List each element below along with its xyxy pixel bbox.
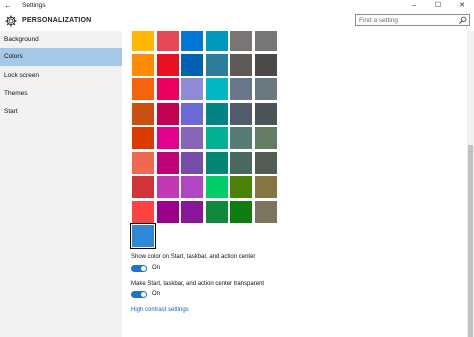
accent-color-swatch[interactable] — [205, 53, 228, 76]
accent-color-swatch[interactable] — [156, 200, 179, 223]
accent-color-swatch[interactable] — [230, 200, 252, 223]
accent-color-swatch[interactable] — [254, 200, 277, 223]
minimize-button[interactable]: – — [402, 0, 426, 11]
accent-color-swatch[interactable] — [181, 31, 203, 51]
maximize-button[interactable]: ☐ — [426, 0, 450, 11]
page-title: PERSONALIZATION — [22, 17, 92, 24]
accent-color-swatch[interactable] — [156, 31, 179, 51]
accent-color-swatch[interactable] — [156, 53, 179, 76]
accent-color-swatch[interactable] — [230, 31, 252, 51]
accent-color-swatch[interactable] — [230, 176, 252, 198]
toggle-knob — [141, 292, 146, 297]
accent-color-swatch[interactable] — [230, 78, 252, 100]
accent-color-swatch[interactable] — [132, 53, 154, 76]
sidebar: Background Colors Lock screen Themes Sta… — [0, 31, 122, 337]
accent-color-swatch[interactable] — [132, 176, 154, 198]
accent-color-swatch[interactable] — [205, 31, 228, 51]
sidebar-item-themes[interactable]: Themes — [0, 85, 122, 103]
accent-color-swatch[interactable] — [181, 176, 203, 198]
search-box[interactable] — [355, 14, 470, 26]
back-arrow-icon[interactable]: ← — [4, 0, 12, 11]
accent-color-swatch[interactable] — [132, 127, 154, 149]
title-bar: ← Settings – ☐ ✕ — [0, 0, 474, 11]
show-color-label: Show color on Start, taskbar, and action… — [131, 254, 256, 260]
gear-icon — [5, 15, 17, 27]
accent-color-swatch[interactable] — [156, 127, 179, 149]
search-icon[interactable] — [459, 16, 467, 24]
accent-color-swatch[interactable] — [132, 200, 154, 223]
accent-color-swatch[interactable] — [181, 127, 203, 149]
accent-color-swatch[interactable] — [205, 127, 228, 149]
show-color-toggle[interactable] — [131, 265, 147, 272]
accent-color-swatch[interactable] — [230, 151, 252, 174]
window-controls: – ☐ ✕ — [402, 0, 474, 11]
accent-color-swatch[interactable] — [230, 102, 252, 125]
accent-color-swatch[interactable] — [181, 151, 203, 174]
accent-color-swatch[interactable] — [132, 31, 154, 51]
sidebar-item-background[interactable]: Background — [0, 31, 122, 49]
accent-color-swatch[interactable] — [156, 102, 179, 125]
accent-color-swatch[interactable] — [254, 102, 277, 125]
scrollbar-thumb[interactable] — [468, 145, 473, 337]
accent-color-swatch[interactable] — [205, 102, 228, 125]
accent-color-swatch[interactable] — [156, 78, 179, 100]
accent-color-swatch[interactable] — [254, 151, 277, 174]
accent-color-swatch[interactable] — [156, 151, 179, 174]
show-color-state: On — [152, 265, 161, 271]
colors-content: Show color on Start, taskbar, and action… — [122, 31, 467, 337]
accent-color-swatch[interactable] — [254, 176, 277, 198]
search-input[interactable] — [356, 15, 454, 25]
accent-color-swatch[interactable] — [205, 176, 228, 198]
transparent-toggle[interactable] — [131, 291, 147, 298]
accent-color-swatch[interactable] — [254, 31, 277, 51]
selected-accent-swatch[interactable] — [130, 223, 156, 249]
sidebar-item-start[interactable]: Start — [0, 103, 122, 121]
accent-color-swatch[interactable] — [181, 78, 203, 100]
transparent-state: On — [152, 291, 161, 297]
accent-color-swatch[interactable] — [205, 151, 228, 174]
toggle-knob — [141, 266, 146, 271]
accent-color-swatch[interactable] — [181, 53, 203, 76]
accent-color-swatch[interactable] — [156, 176, 179, 198]
accent-color-swatch[interactable] — [254, 127, 277, 149]
accent-color-swatch[interactable] — [181, 102, 203, 125]
accent-color-swatch[interactable] — [132, 102, 154, 125]
accent-color-swatch[interactable] — [254, 53, 277, 76]
sidebar-item-colors[interactable]: Colors — [0, 48, 122, 66]
accent-color-swatch[interactable] — [181, 200, 203, 223]
close-button[interactable]: ✕ — [450, 0, 474, 11]
accent-color-swatch[interactable] — [205, 78, 228, 100]
accent-color-swatch[interactable] — [230, 127, 252, 149]
transparent-label: Make Start, taskbar, and action center t… — [131, 281, 265, 287]
accent-color-swatch[interactable] — [205, 200, 228, 223]
accent-color-swatch[interactable] — [132, 151, 154, 174]
accent-color-swatch[interactable] — [230, 53, 252, 76]
accent-color-swatch[interactable] — [132, 78, 154, 100]
window-title: Settings — [22, 2, 46, 9]
accent-color-swatch[interactable] — [254, 78, 277, 100]
sidebar-item-lock-screen[interactable]: Lock screen — [0, 67, 122, 85]
scrollbar[interactable] — [467, 31, 474, 337]
high-contrast-link[interactable]: High contrast settings — [131, 307, 189, 313]
